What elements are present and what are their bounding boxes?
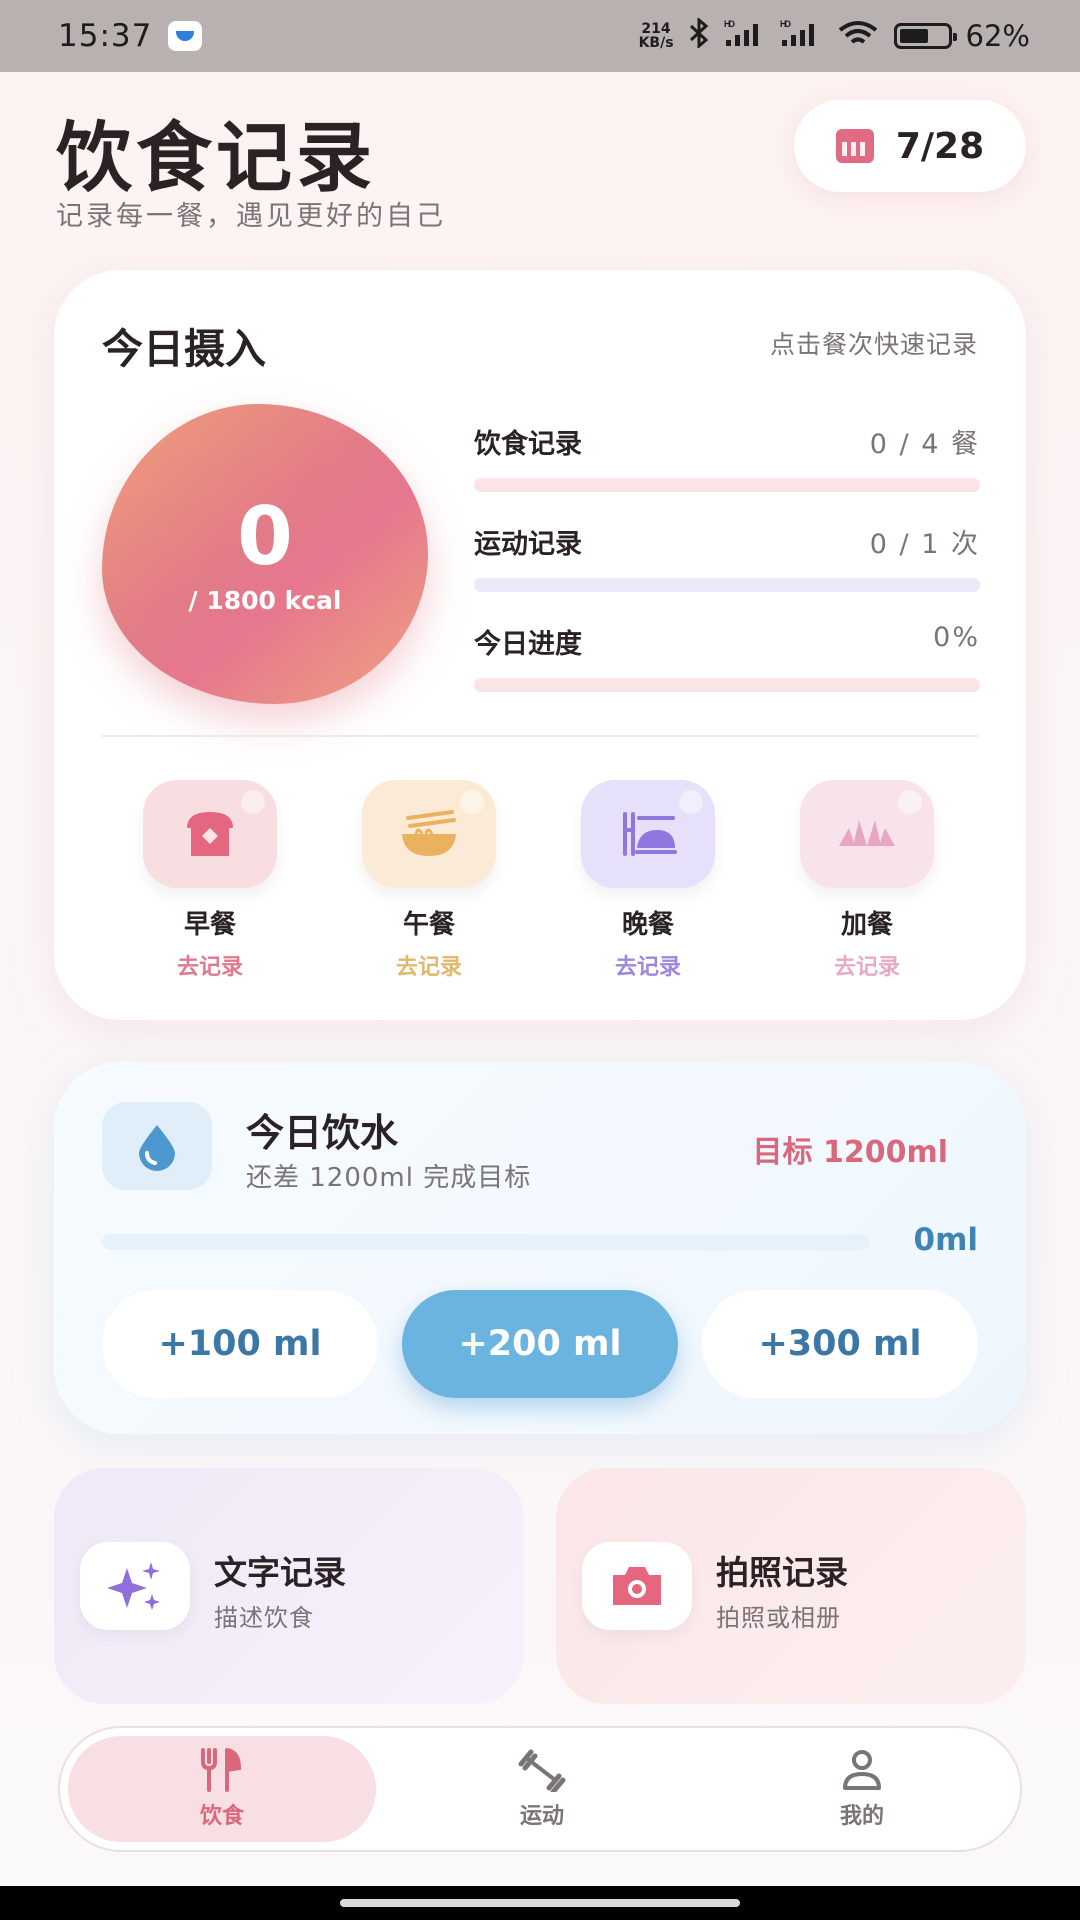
- meal-action[interactable]: 去记录: [797, 949, 937, 981]
- nav-diet[interactable]: 饮食: [68, 1736, 376, 1842]
- signal-strength-icon-2: HD: [780, 18, 822, 55]
- bluetooth-icon: [688, 16, 710, 55]
- dinner-plate-icon: [623, 812, 677, 856]
- person-icon: [843, 1750, 881, 1790]
- meal-breakfast[interactable]: 早餐 去记录: [140, 780, 280, 981]
- calorie-goal: / 1800 kcal: [188, 585, 342, 615]
- stat-label: 今日进度: [474, 629, 582, 660]
- battery-icon: [893, 23, 957, 49]
- noodle-bowl-icon: [402, 810, 456, 856]
- stat-progress-bar: [474, 478, 980, 492]
- divider: [102, 735, 978, 737]
- photo-record-card[interactable]: 拍照记录 拍照或相册: [556, 1468, 1026, 1704]
- water-drop-icon: [139, 1125, 175, 1171]
- add-300ml-button[interactable]: +300 ml: [702, 1290, 978, 1398]
- meal-tile[interactable]: [800, 780, 934, 888]
- nav-exercise[interactable]: 运动: [388, 1736, 696, 1842]
- svg-text:HD: HD: [780, 19, 791, 29]
- nav-profile[interactable]: 我的: [708, 1736, 1016, 1842]
- meal-action[interactable]: 去记录: [578, 949, 718, 981]
- nav-label: 运动: [519, 1804, 564, 1829]
- water-progress-bar: [102, 1234, 870, 1250]
- croissant-icon: [839, 820, 895, 846]
- bottom-navigation: 饮食 运动 我的: [58, 1726, 1022, 1852]
- add-100ml-button[interactable]: +100 ml: [102, 1290, 378, 1398]
- water-intake-card: 今日饮水 还差 1200ml 完成目标 目标 1200ml 0ml +100 m…: [54, 1062, 1026, 1434]
- date-selector[interactable]: 7/28: [794, 100, 1026, 192]
- add-200ml-button[interactable]: +200 ml: [402, 1290, 678, 1398]
- meal-dinner[interactable]: 晚餐 去记录: [578, 780, 718, 981]
- status-time: 15:37: [58, 18, 153, 54]
- meal-name: 午餐: [402, 910, 455, 940]
- sparkles-icon: [107, 1562, 160, 1610]
- stat-diet-record: 饮食记录 0 / 4 餐: [474, 422, 980, 492]
- meal-name: 早餐: [183, 910, 236, 940]
- nav-label: 饮食: [199, 1804, 244, 1829]
- wifi-icon: [836, 18, 880, 55]
- page-subtitle: 记录每一餐，遇见更好的自己: [56, 201, 446, 232]
- text-record-card[interactable]: 文字记录 描述饮食: [54, 1468, 524, 1704]
- sparkles-icon-box: [80, 1542, 190, 1630]
- stat-progress-bar: [474, 678, 980, 692]
- water-icon-box: [102, 1102, 212, 1190]
- meal-tile[interactable]: [362, 780, 496, 888]
- home-indicator[interactable]: [340, 1899, 740, 1907]
- intake-title: 今日摄入: [102, 325, 266, 373]
- calorie-blob[interactable]: 0 / 1800 kcal: [102, 404, 428, 704]
- fork-knife-icon: [201, 1748, 242, 1792]
- water-subtitle: 还差 1200ml 完成目标: [246, 1163, 532, 1193]
- meal-action[interactable]: 去记录: [140, 949, 280, 981]
- today-intake-card: 今日摄入 点击餐次快速记录 0 / 1800 kcal 饮食记录 0 / 4 餐…: [54, 270, 1026, 1020]
- toast-icon: [187, 812, 233, 856]
- date-label: 7/28: [895, 125, 985, 167]
- photo-record-subtitle: 拍照或相册: [716, 1604, 841, 1632]
- meal-action[interactable]: 去记录: [359, 949, 499, 981]
- meal-tile[interactable]: [581, 780, 715, 888]
- water-amount: 0ml: [913, 1222, 979, 1258]
- meal-snack[interactable]: 加餐 去记录: [797, 780, 937, 981]
- water-goal[interactable]: 目标 1200ml: [753, 1127, 948, 1171]
- signal-strength-icon: HD: [724, 18, 766, 55]
- meal-lunch[interactable]: 午餐 去记录: [359, 780, 499, 981]
- network-speed: 214 KB/s: [638, 21, 674, 51]
- camera-icon-box: [582, 1542, 692, 1630]
- stat-exercise-record: 运动记录 0 / 1 次: [474, 522, 980, 592]
- nav-label: 我的: [839, 1804, 884, 1829]
- battery-percent: 62%: [965, 19, 1030, 53]
- stat-daily-progress: 今日进度 0%: [474, 622, 980, 692]
- stat-value: 0%: [933, 622, 980, 653]
- svg-text:HD: HD: [724, 19, 735, 29]
- stat-value: 0 / 1 次: [869, 529, 980, 560]
- dumbbell-icon: [518, 1749, 566, 1792]
- text-record-title: 文字记录: [214, 1553, 346, 1592]
- meal-tile[interactable]: [143, 780, 277, 888]
- text-record-subtitle: 描述饮食: [214, 1604, 314, 1632]
- meal-name: 加餐: [840, 910, 893, 940]
- camera-icon: [613, 1567, 661, 1605]
- calendar-icon: [835, 129, 874, 163]
- status-bar: 15:37 214 KB/s HD HD 62%: [0, 0, 1080, 72]
- intake-hint: 点击餐次快速记录: [769, 330, 978, 359]
- stat-progress-bar: [474, 578, 980, 592]
- page-title: 饮食记录: [56, 113, 376, 202]
- photo-record-title: 拍照记录: [716, 1553, 848, 1592]
- water-title: 今日饮水: [246, 1111, 399, 1155]
- stat-value: 0 / 4 餐: [869, 429, 980, 460]
- status-icons: 214 KB/s HD HD 62%: [638, 16, 1030, 55]
- notification-app-icon: [168, 21, 203, 51]
- calorie-value: 0: [237, 489, 293, 583]
- meal-name: 晚餐: [621, 910, 674, 940]
